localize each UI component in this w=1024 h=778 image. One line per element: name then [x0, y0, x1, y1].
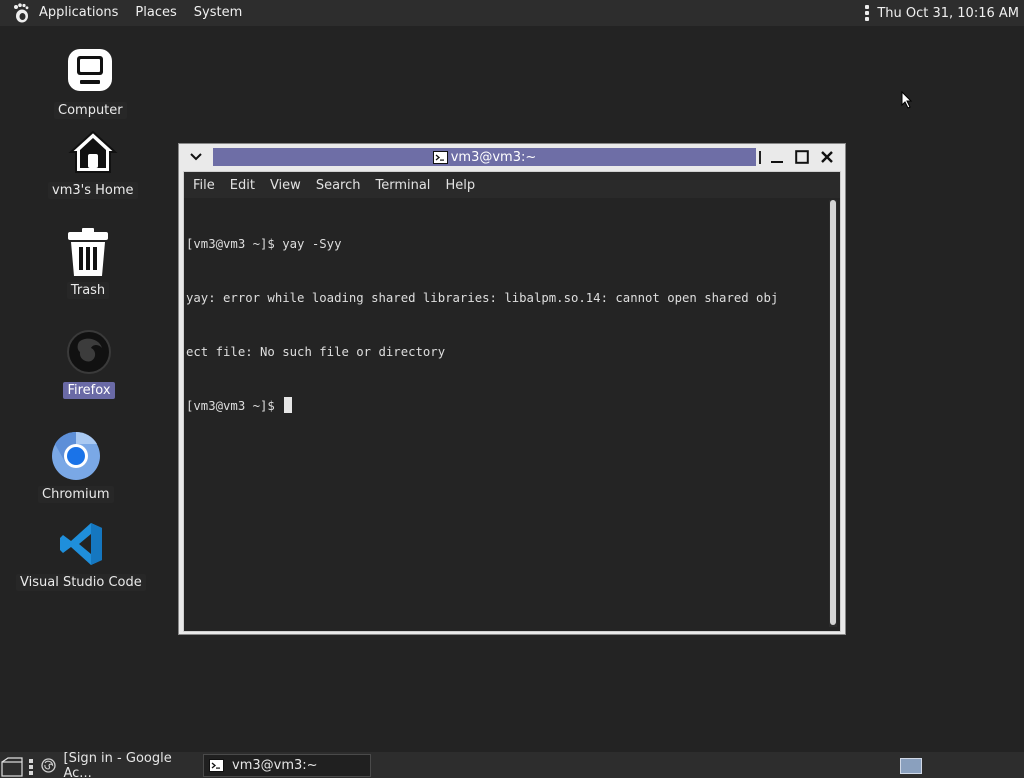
terminal-scrollbar[interactable]	[829, 200, 837, 627]
desktop-icon-label: Firefox	[63, 382, 115, 399]
text-cursor	[284, 397, 293, 413]
top-right-area: Thu Oct 31, 10:16 AM	[865, 0, 1019, 26]
menu-applications[interactable]: Applications	[35, 0, 127, 26]
window-menu-icon[interactable]	[187, 150, 205, 164]
desktop-icon-chromium[interactable]: Chromium	[38, 428, 114, 503]
maximize-button[interactable]	[793, 148, 811, 166]
top-menu: Applications Places System	[0, 0, 251, 26]
terminal-prompt-line: [vm3@vm3 ~]$	[186, 397, 826, 415]
menu-view[interactable]: View	[270, 178, 301, 193]
workspace-2[interactable]	[934, 758, 956, 774]
terminal-output[interactable]: [vm3@vm3 ~]$ yay -Syy yay: error while l…	[186, 199, 826, 629]
vertical-dots-icon[interactable]	[29, 759, 33, 775]
terminal-line: yay: error while loading shared librarie…	[186, 291, 779, 305]
taskbar-item-label: vm3@vm3:~	[232, 758, 318, 773]
home-icon	[65, 124, 121, 180]
window-title-strip[interactable]: vm3@vm3:~	[213, 148, 756, 166]
menu-help[interactable]: Help	[445, 178, 475, 193]
desktop-icon-label: Visual Studio Code	[16, 574, 146, 591]
desktop-icon-label: vm3's Home	[48, 182, 138, 199]
menu-places[interactable]: Places	[127, 0, 185, 26]
top-panel: Applications Places System Thu Oct 31, 1…	[0, 0, 1024, 26]
menu-search[interactable]: Search	[316, 178, 361, 193]
menu-edit[interactable]: Edit	[230, 178, 255, 193]
computer-icon	[62, 44, 118, 100]
chromium-icon	[48, 428, 104, 484]
desktop-icon-computer[interactable]: Computer	[54, 44, 127, 119]
terminal-icon	[432, 150, 448, 164]
terminal-menubar: File Edit View Search Terminal Help	[184, 172, 840, 198]
vertical-dots-icon[interactable]	[865, 5, 870, 21]
vscode-icon	[53, 516, 109, 572]
show-desktop-icon[interactable]	[1, 757, 23, 777]
workspace-1[interactable]	[900, 758, 922, 774]
menu-system[interactable]: System	[186, 0, 251, 26]
firefox-icon	[61, 324, 117, 380]
menu-file[interactable]: File	[193, 178, 215, 193]
taskbar-item-firefox[interactable]: [Sign in - Google Ac...	[36, 750, 200, 778]
window-title: vm3@vm3:~	[450, 149, 537, 165]
menu-terminal[interactable]: Terminal	[375, 178, 430, 193]
taskbar-item-terminal[interactable]: vm3@vm3:~	[203, 754, 371, 777]
scrollbar-thumb[interactable]	[830, 200, 836, 625]
terminal-line: ect file: No such file or directory	[186, 345, 446, 359]
firefox-icon	[40, 757, 57, 774]
desktop-icon-vscode[interactable]: Visual Studio Code	[16, 516, 146, 591]
desktop-icon-home[interactable]: vm3's Home	[48, 124, 138, 199]
desktop-icon-firefox[interactable]: Firefox	[61, 324, 117, 399]
taskbar-item-label: [Sign in - Google Ac...	[63, 750, 172, 778]
terminal-icon	[208, 757, 225, 774]
desktop-icon-label: Trash	[66, 282, 110, 299]
trash-icon	[60, 224, 116, 280]
gnome-foot-icon[interactable]	[10, 2, 32, 24]
bottom-panel: [Sign in - Google Ac... vm3@vm3:~	[0, 750, 1024, 778]
desktop-icon-label: Computer	[54, 102, 127, 119]
desktop-icon-label: Chromium	[38, 486, 114, 503]
terminal-line: [vm3@vm3 ~]$ yay -Syy	[186, 237, 342, 251]
minimize-button[interactable]	[768, 148, 786, 166]
window-titlebar[interactable]: vm3@vm3:~	[179, 144, 845, 170]
desktop-icon-trash[interactable]: Trash	[60, 224, 116, 299]
mouse-pointer-icon	[901, 91, 913, 109]
close-button[interactable]	[818, 148, 836, 166]
titlebar-separator	[759, 151, 761, 164]
terminal-body: File Edit View Search Terminal Help [vm3…	[183, 171, 841, 632]
terminal-window[interactable]: vm3@vm3:~ File Edit View Search Terminal…	[178, 143, 846, 635]
terminal-prompt: [vm3@vm3 ~]$	[186, 399, 283, 413]
clock[interactable]: Thu Oct 31, 10:16 AM	[877, 6, 1019, 21]
